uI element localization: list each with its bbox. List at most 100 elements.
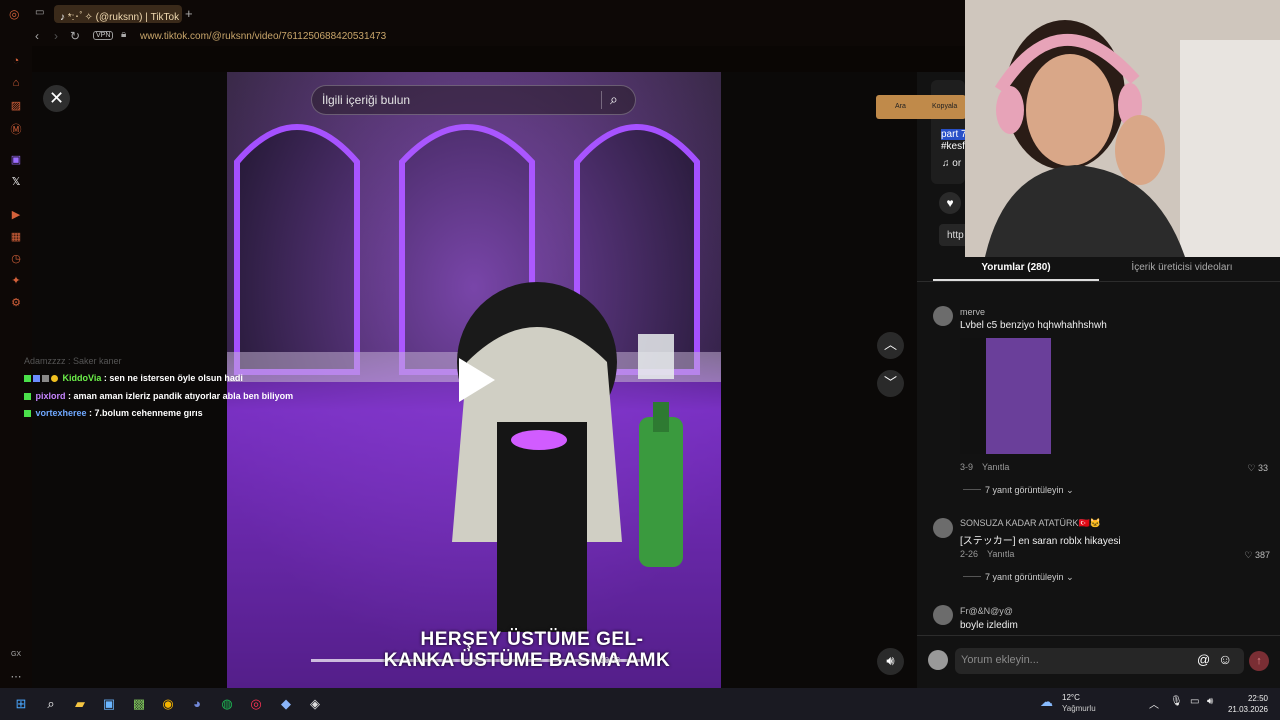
arrow-up-icon: ↑ bbox=[1256, 655, 1262, 667]
search-icon[interactable]: ⌕ bbox=[41, 694, 61, 714]
post-music[interactable]: ♫ or bbox=[942, 158, 961, 169]
tab-comments[interactable]: Yorumlar (280) bbox=[933, 262, 1099, 273]
chrome-icon[interactable]: ◉ bbox=[158, 694, 178, 714]
avatar[interactable] bbox=[933, 518, 953, 538]
popup-search-button[interactable]: Ara bbox=[895, 103, 906, 110]
windows-start-icon[interactable]: ⊞ bbox=[11, 694, 31, 714]
chat-text: : aman aman izleriz pandik atıyorlar abl… bbox=[65, 391, 294, 401]
previous-video-button[interactable]: ︿ bbox=[877, 332, 904, 359]
tab-tiktok[interactable]: ♪ *:･ﾟ✧ (@ruksnn) | TikTok bbox=[54, 5, 182, 23]
my-avatar bbox=[928, 650, 948, 670]
reply-button[interactable]: Yanıtla bbox=[982, 462, 1009, 472]
lock-icon[interactable]: 🔒︎ bbox=[121, 29, 126, 40]
reload-icon[interactable]: ↻ bbox=[70, 29, 80, 43]
comment-text: Lvbel c5 benziyo hqhwhahhshwh bbox=[960, 320, 1107, 331]
sidebar-settings-icon[interactable]: ⚙ bbox=[0, 296, 32, 309]
input-divider bbox=[917, 635, 1280, 636]
roblox-icon[interactable]: ◈ bbox=[305, 694, 325, 714]
chat-text: : 7.bolum cehenneme gırıs bbox=[86, 408, 203, 418]
spotify-icon[interactable]: ◍ bbox=[217, 694, 237, 714]
next-video-button[interactable]: ﹀ bbox=[877, 370, 904, 397]
comment-user[interactable]: merve bbox=[960, 307, 985, 317]
badge-icon bbox=[33, 375, 40, 383]
weather-icon[interactable]: ☁ bbox=[1040, 694, 1053, 710]
view-replies-button[interactable]: 7 yanıt görüntüleyin ⌄ bbox=[985, 485, 1074, 496]
chevron-up-icon[interactable]: ︿ bbox=[1149, 696, 1159, 711]
comment-date: 3-9 bbox=[960, 462, 974, 472]
new-tab-button[interactable]: + bbox=[185, 6, 193, 21]
file-explorer-icon[interactable]: ▰ bbox=[70, 694, 90, 714]
discord-icon[interactable]: ◕ bbox=[187, 694, 207, 714]
sidebar-player-icon[interactable]: ▶ bbox=[0, 208, 32, 221]
close-button[interactable]: ✕ bbox=[43, 85, 70, 112]
popup-copy-button[interactable]: Kopyala bbox=[932, 103, 957, 110]
sidebar-news-icon[interactable]: ▨ bbox=[0, 99, 32, 112]
vpn-badge[interactable]: VPN bbox=[93, 31, 114, 40]
tab-menu-icon[interactable]: ▭ bbox=[35, 7, 44, 18]
sidebar-store-icon[interactable]: ⌂ bbox=[0, 77, 32, 89]
sidebar-speed-icon[interactable]: ◔ bbox=[0, 55, 32, 67]
likes-count: 387 bbox=[1254, 550, 1270, 560]
webcam-image bbox=[965, 0, 1280, 257]
clock[interactable]: 22:50 21.03.2026 bbox=[1224, 693, 1268, 715]
likes-count: 33 bbox=[1257, 463, 1268, 473]
avatar[interactable] bbox=[933, 605, 953, 625]
chevron-down-icon: ⌄ bbox=[1066, 485, 1074, 495]
play-icon[interactable] bbox=[459, 358, 495, 402]
weather-desc: Yağmurlu bbox=[1062, 704, 1096, 713]
speaker-icon[interactable]: 🔊︎ bbox=[1207, 696, 1213, 707]
minecraft-icon[interactable]: ▩ bbox=[129, 694, 149, 714]
comment-user[interactable]: SONSUZA KADAR ATATÜRK🇹🇷🐱 bbox=[960, 518, 1101, 529]
chat-user: pixlord bbox=[35, 391, 66, 401]
sidebar-apps-icon[interactable]: ▦ bbox=[0, 230, 32, 243]
search-icon[interactable]: ⌕ bbox=[610, 91, 618, 108]
volume-icon: 🔊︎ bbox=[886, 653, 895, 668]
post-link[interactable]: http bbox=[947, 230, 964, 241]
comment-text: [ステッカー] en saran roblx hikayesi bbox=[960, 536, 1121, 547]
emoji-icon[interactable]: ☺ bbox=[1218, 651, 1232, 667]
heart-outline-icon: ♡ bbox=[1244, 550, 1255, 560]
sidebar-history-icon[interactable]: ◷ bbox=[0, 252, 32, 265]
comment-user[interactable]: Fr@&N@y@ bbox=[960, 606, 1013, 616]
avatar[interactable] bbox=[933, 306, 953, 326]
badge-icon bbox=[24, 410, 31, 418]
network-icon[interactable]: ▭ bbox=[1190, 696, 1199, 707]
gx-label: GX bbox=[10, 651, 22, 658]
sidebar-x-icon[interactable]: 𝕏 bbox=[0, 175, 32, 188]
send-button[interactable]: ↑ bbox=[1249, 651, 1269, 671]
comment-likes[interactable]: ♡ 33 bbox=[1228, 463, 1268, 474]
sidebar-extensions-icon[interactable]: ✦ bbox=[0, 274, 32, 287]
microphone-icon[interactable]: 🎙︎ bbox=[1170, 696, 1183, 707]
view-replies-label: 7 yanıt görüntüleyin bbox=[985, 485, 1064, 495]
comment-input[interactable]: Yorum ekleyin... bbox=[961, 654, 1039, 666]
mention-icon[interactable]: @ bbox=[1197, 652, 1210, 667]
chevron-up-icon: ︿ bbox=[883, 337, 897, 352]
back-icon[interactable]: ‹ bbox=[35, 29, 39, 43]
comment-image[interactable] bbox=[960, 338, 1051, 454]
clock-time: 22:50 bbox=[1247, 694, 1268, 703]
volume-button[interactable]: 🔊︎ bbox=[877, 648, 904, 675]
sidebar-twitch-icon[interactable]: ▣ bbox=[0, 153, 32, 166]
app-icon[interactable]: ◆ bbox=[276, 694, 296, 714]
forward-icon[interactable]: › bbox=[54, 29, 58, 43]
video-time: 00:03 bbox=[600, 656, 621, 665]
tab-creator-videos[interactable]: İçerik üreticisi videoları bbox=[1099, 262, 1265, 273]
opera-gx-icon[interactable]: ◎ bbox=[246, 694, 266, 714]
tab-title: *:･ﾟ✧ (@ruksnn) | TikTok bbox=[67, 12, 180, 23]
post-hashtag[interactable]: #kesf bbox=[941, 141, 965, 152]
chat-user: vortexheree bbox=[35, 408, 87, 418]
sidebar-more-icon[interactable]: ⋯ bbox=[0, 670, 32, 683]
video-caption-line2: KANKA ÜSTÜME BASMA AMK bbox=[383, 650, 671, 671]
chevron-down-icon: ﹀ bbox=[883, 375, 897, 390]
search-input[interactable]: İlgili içeriği bulun bbox=[322, 93, 410, 107]
url-text[interactable]: www.tiktok.com/@ruksnn/video/76112506884… bbox=[140, 31, 386, 42]
comment-likes[interactable]: ♡ 387 bbox=[1224, 550, 1270, 561]
store-icon[interactable]: ▣ bbox=[99, 694, 119, 714]
tiktok-icon: ♪ bbox=[60, 12, 68, 23]
reply-button[interactable]: Yanıtla bbox=[987, 549, 1014, 559]
sidebar-m-icon[interactable]: Ⓜ bbox=[0, 121, 32, 137]
search-divider bbox=[601, 91, 602, 109]
view-replies-button[interactable]: 7 yanıt görüntüleyin ⌄ bbox=[985, 572, 1074, 583]
like-button[interactable]: ♥ bbox=[939, 192, 961, 214]
opera-gx-logo-icon[interactable]: ◎ bbox=[9, 7, 19, 21]
